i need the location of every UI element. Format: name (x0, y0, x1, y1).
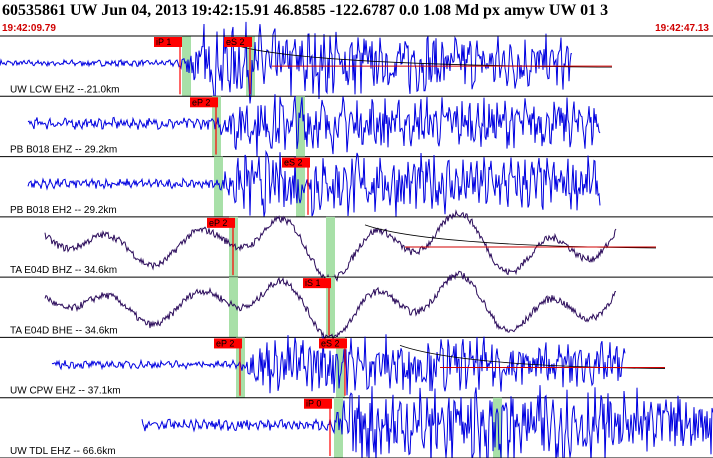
coda-decay-curve (364, 224, 657, 249)
phase-pick-label[interactable]: iS 1 (303, 278, 331, 289)
channel-panel[interactable]: iS 1 TA E04D BHE -- 34.6km (0, 270, 713, 341)
channel-panel[interactable]: eP 2 PB B018 EHZ -- 29.2km (0, 94, 713, 158)
seismogram-viewer: 60535861 UW Jun 04, 2013 19:42:15.91 46.… (0, 0, 713, 458)
waveform-trace (141, 385, 713, 458)
phase-pick-text: eS 2 (321, 338, 340, 348)
phase-pick-text: eP 2 (209, 218, 227, 228)
phase-pick-label[interactable]: eS 2 (319, 338, 347, 349)
phase-pick-text: eS 2 (284, 158, 303, 168)
channel-label: PB B018 EH2 -- 29.2km (10, 205, 117, 216)
channel-panel[interactable]: eP 2 eS 2 UW CPW EHZ -- 37.1km (0, 334, 713, 399)
phase-pick-label[interactable]: eP 2 (190, 97, 218, 108)
traces-panel[interactable]: iP 1 eS 2 UW LCW EHZ --.21.0km eP 2 PB B018 … (0, 0, 713, 458)
channel-panel[interactable]: iP 1 eS 2 UW LCW EHZ --.21.0km (0, 21, 713, 104)
channel-panel[interactable]: eP 2 TA E04D BHZ -- 34.6km (0, 209, 713, 284)
channel-label: PB B018 EHZ -- 29.2km (10, 145, 117, 156)
phase-pick-text: eS 2 (226, 37, 245, 47)
channel-panel[interactable]: eS 2 PB B018 EH2 -- 29.2km (0, 149, 713, 218)
phase-pick-text: iP 1 (156, 37, 171, 47)
channel-label: TA E04D BHE -- 34.6km (10, 325, 118, 336)
phase-pick-label[interactable]: eP 2 (207, 217, 235, 228)
pick-window (326, 216, 335, 278)
phase-pick-text: eP 2 (192, 97, 210, 107)
phase-pick-text: eP 2 (216, 338, 234, 348)
channel-label: UW LCW EHZ --.21.0km (10, 84, 119, 95)
phase-pick-label[interactable]: eS 2 (224, 37, 252, 47)
phase-pick-label[interactable]: eS 2 (282, 157, 310, 168)
phase-pick-label[interactable]: eP 2 (214, 338, 242, 349)
channel-label: UW TDL EHZ -- 66.6km (10, 446, 116, 457)
phase-pick-label[interactable]: iP 0 (304, 398, 332, 409)
channel-label: TA E04D BHZ -- 34.6km (10, 265, 117, 276)
phase-pick-text: iP 0 (306, 399, 321, 409)
channel-label: UW CPW EHZ -- 37.1km (10, 386, 121, 397)
phase-pick-label[interactable]: iP 1 (154, 37, 182, 47)
phase-pick-text: iS 1 (305, 278, 321, 288)
